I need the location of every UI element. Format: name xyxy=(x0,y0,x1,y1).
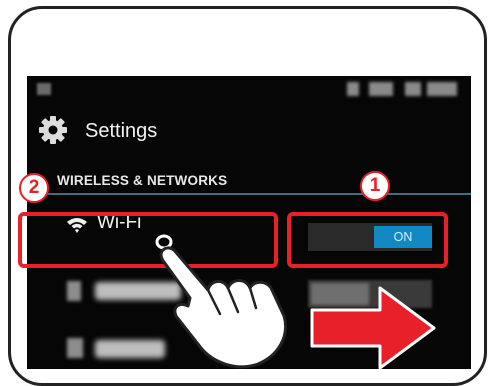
step-badge-2: 2 xyxy=(19,173,49,203)
right-arrow-icon xyxy=(310,286,436,370)
settings-gear-icon xyxy=(39,116,67,144)
notification-icon xyxy=(37,83,51,95)
section-header-label: WIRELESS & NETWORKS xyxy=(57,173,228,188)
status-bar xyxy=(27,76,471,102)
page-title: Settings xyxy=(85,120,158,142)
data-usage-icon xyxy=(67,338,83,358)
settings-title-bar: Settings xyxy=(27,108,471,158)
step-badge-1: 1 xyxy=(360,171,390,201)
bluetooth-icon xyxy=(67,281,81,301)
toggle-highlight-box xyxy=(287,212,448,268)
pointing-hand-icon xyxy=(155,234,287,369)
status-icons xyxy=(347,82,457,96)
section-header-wireless: WIRELESS & NETWORKS xyxy=(27,169,471,195)
